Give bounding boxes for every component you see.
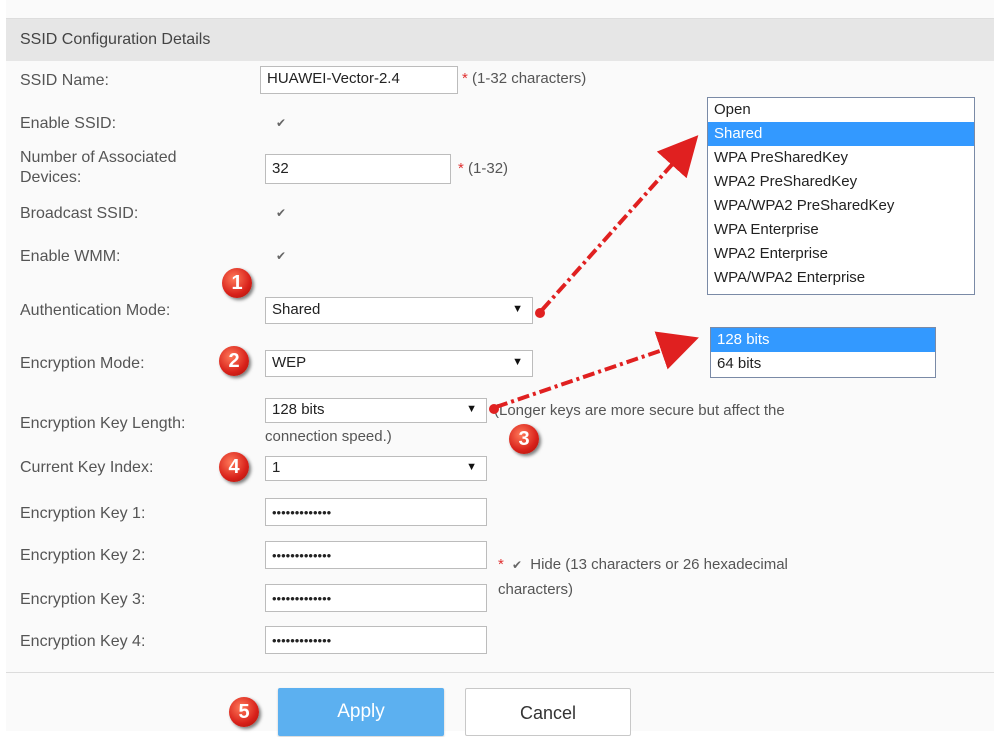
auth-mode-dropdown[interactable]: Open Shared WPA PreSharedKey WPA2 PreSha… — [707, 97, 975, 295]
auth-option-shared[interactable]: Shared — [708, 122, 974, 146]
footer-divider — [6, 672, 994, 673]
step-badge-2: 2 — [219, 346, 249, 376]
enc-mode-select[interactable]: WEP ▼ — [265, 350, 533, 377]
auth-option-wpa-enterprise[interactable]: WPA Enterprise — [708, 218, 974, 242]
key-length-dropdown[interactable]: 128 bits 64 bits — [710, 327, 936, 378]
assoc-devices-hint-text: (1-32) — [468, 160, 509, 177]
assoc-devices-hint: * (1-32) — [458, 159, 508, 179]
checkmark-icon: ✔ — [275, 206, 287, 220]
checkmark-icon: ✔ — [512, 558, 523, 572]
ssid-name-label: SSID Name: — [20, 72, 109, 89]
triangle-down-icon: ▼ — [466, 461, 477, 473]
ssid-name-input[interactable]: HUAWEI-Vector-2.4 — [260, 66, 458, 94]
hide-checkbox[interactable]: ✔ — [512, 558, 522, 572]
key-length-select[interactable]: 128 bits ▼ — [265, 398, 487, 423]
enc-key-4-input[interactable]: ••••••••••••• — [265, 626, 487, 654]
auth-mode-select[interactable]: Shared ▼ — [265, 297, 533, 324]
enable-wmm-label: Enable WMM: — [20, 248, 121, 265]
enc-key-2-input[interactable]: ••••••••••••• — [265, 541, 487, 569]
enc-key-1-label: Encryption Key 1: — [20, 505, 146, 522]
auth-option-wpa2-psk[interactable]: WPA2 PreSharedKey — [708, 170, 974, 194]
required-asterisk: * — [462, 70, 468, 87]
enc-mode-label: Encryption Mode: — [20, 355, 145, 372]
key-length-note-line1: (Longer keys are more secure but affect … — [494, 402, 785, 419]
auth-mode-label: Authentication Mode: — [20, 302, 171, 319]
triangle-down-icon: ▼ — [466, 403, 477, 415]
key-length-option-64[interactable]: 64 bits — [711, 352, 935, 376]
step-badge-1: 1 — [222, 268, 252, 298]
key-length-option-128[interactable]: 128 bits — [711, 328, 935, 352]
auth-option-wpa-wpa2-enterprise[interactable]: WPA/WPA2 Enterprise — [708, 266, 974, 290]
auth-option-wpa2-enterprise[interactable]: WPA2 Enterprise — [708, 242, 974, 266]
key-index-label: Current Key Index: — [20, 459, 154, 476]
checkmark-icon: ✔ — [275, 249, 287, 263]
ssid-name-hint: * (1-32 characters) — [462, 69, 586, 89]
triangle-down-icon: ▼ — [512, 356, 523, 368]
hide-label-line1: Hide (13 characters or 26 hexadecimal — [530, 556, 788, 573]
checkmark-icon: ✔ — [275, 116, 287, 130]
key-length-value: 128 bits — [272, 401, 325, 418]
key-index-select[interactable]: 1 ▼ — [265, 456, 487, 481]
hide-label-line2: characters) — [498, 581, 574, 598]
broadcast-ssid-label: Broadcast SSID: — [20, 205, 139, 222]
enc-key-4-label: Encryption Key 4: — [20, 633, 146, 650]
enc-key-1-input[interactable]: ••••••••••••• — [265, 498, 487, 526]
step-badge-4: 4 — [219, 452, 249, 482]
apply-button[interactable]: Apply — [278, 688, 444, 736]
assoc-devices-label-line2: Devices: — [20, 169, 82, 186]
enc-key-3-input[interactable]: ••••••••••••• — [265, 584, 487, 612]
assoc-devices-label-line1: Number of Associated — [20, 149, 177, 166]
required-asterisk: * — [498, 556, 504, 573]
section-title: SSID Configuration Details — [20, 31, 211, 48]
key-length-label: Encryption Key Length: — [20, 415, 186, 432]
enc-key-3-label: Encryption Key 3: — [20, 591, 146, 608]
auth-option-wpa-wpa2-psk[interactable]: WPA/WPA2 PreSharedKey — [708, 194, 974, 218]
step-badge-5: 5 — [229, 697, 259, 727]
step-badge-3: 3 — [509, 424, 539, 454]
auth-mode-value: Shared — [272, 301, 321, 318]
broadcast-ssid-checkbox[interactable]: ✔ — [274, 206, 288, 220]
assoc-devices-label: Number of Associated Devices: — [20, 148, 177, 188]
enable-ssid-checkbox[interactable]: ✔ — [274, 116, 288, 130]
key-length-note-line2: connection speed.) — [265, 428, 392, 445]
required-asterisk: * — [458, 160, 464, 177]
auth-option-wpa-psk[interactable]: WPA PreSharedKey — [708, 146, 974, 170]
assoc-devices-input[interactable]: 32 — [265, 154, 451, 184]
key-index-value: 1 — [272, 459, 281, 476]
enable-wmm-checkbox[interactable]: ✔ — [274, 249, 288, 263]
enc-mode-value: WEP — [272, 354, 307, 371]
ssid-name-hint-text: (1-32 characters) — [472, 70, 587, 87]
enable-ssid-label: Enable SSID: — [20, 115, 117, 132]
section-header: SSID Configuration Details — [6, 18, 994, 61]
hide-option: * ✔ Hide (13 characters or 26 hexadecima… — [498, 555, 788, 575]
enc-key-2-label: Encryption Key 2: — [20, 547, 146, 564]
auth-option-open[interactable]: Open — [708, 98, 974, 122]
triangle-down-icon: ▼ — [512, 303, 523, 315]
cancel-button[interactable]: Cancel — [465, 688, 631, 736]
